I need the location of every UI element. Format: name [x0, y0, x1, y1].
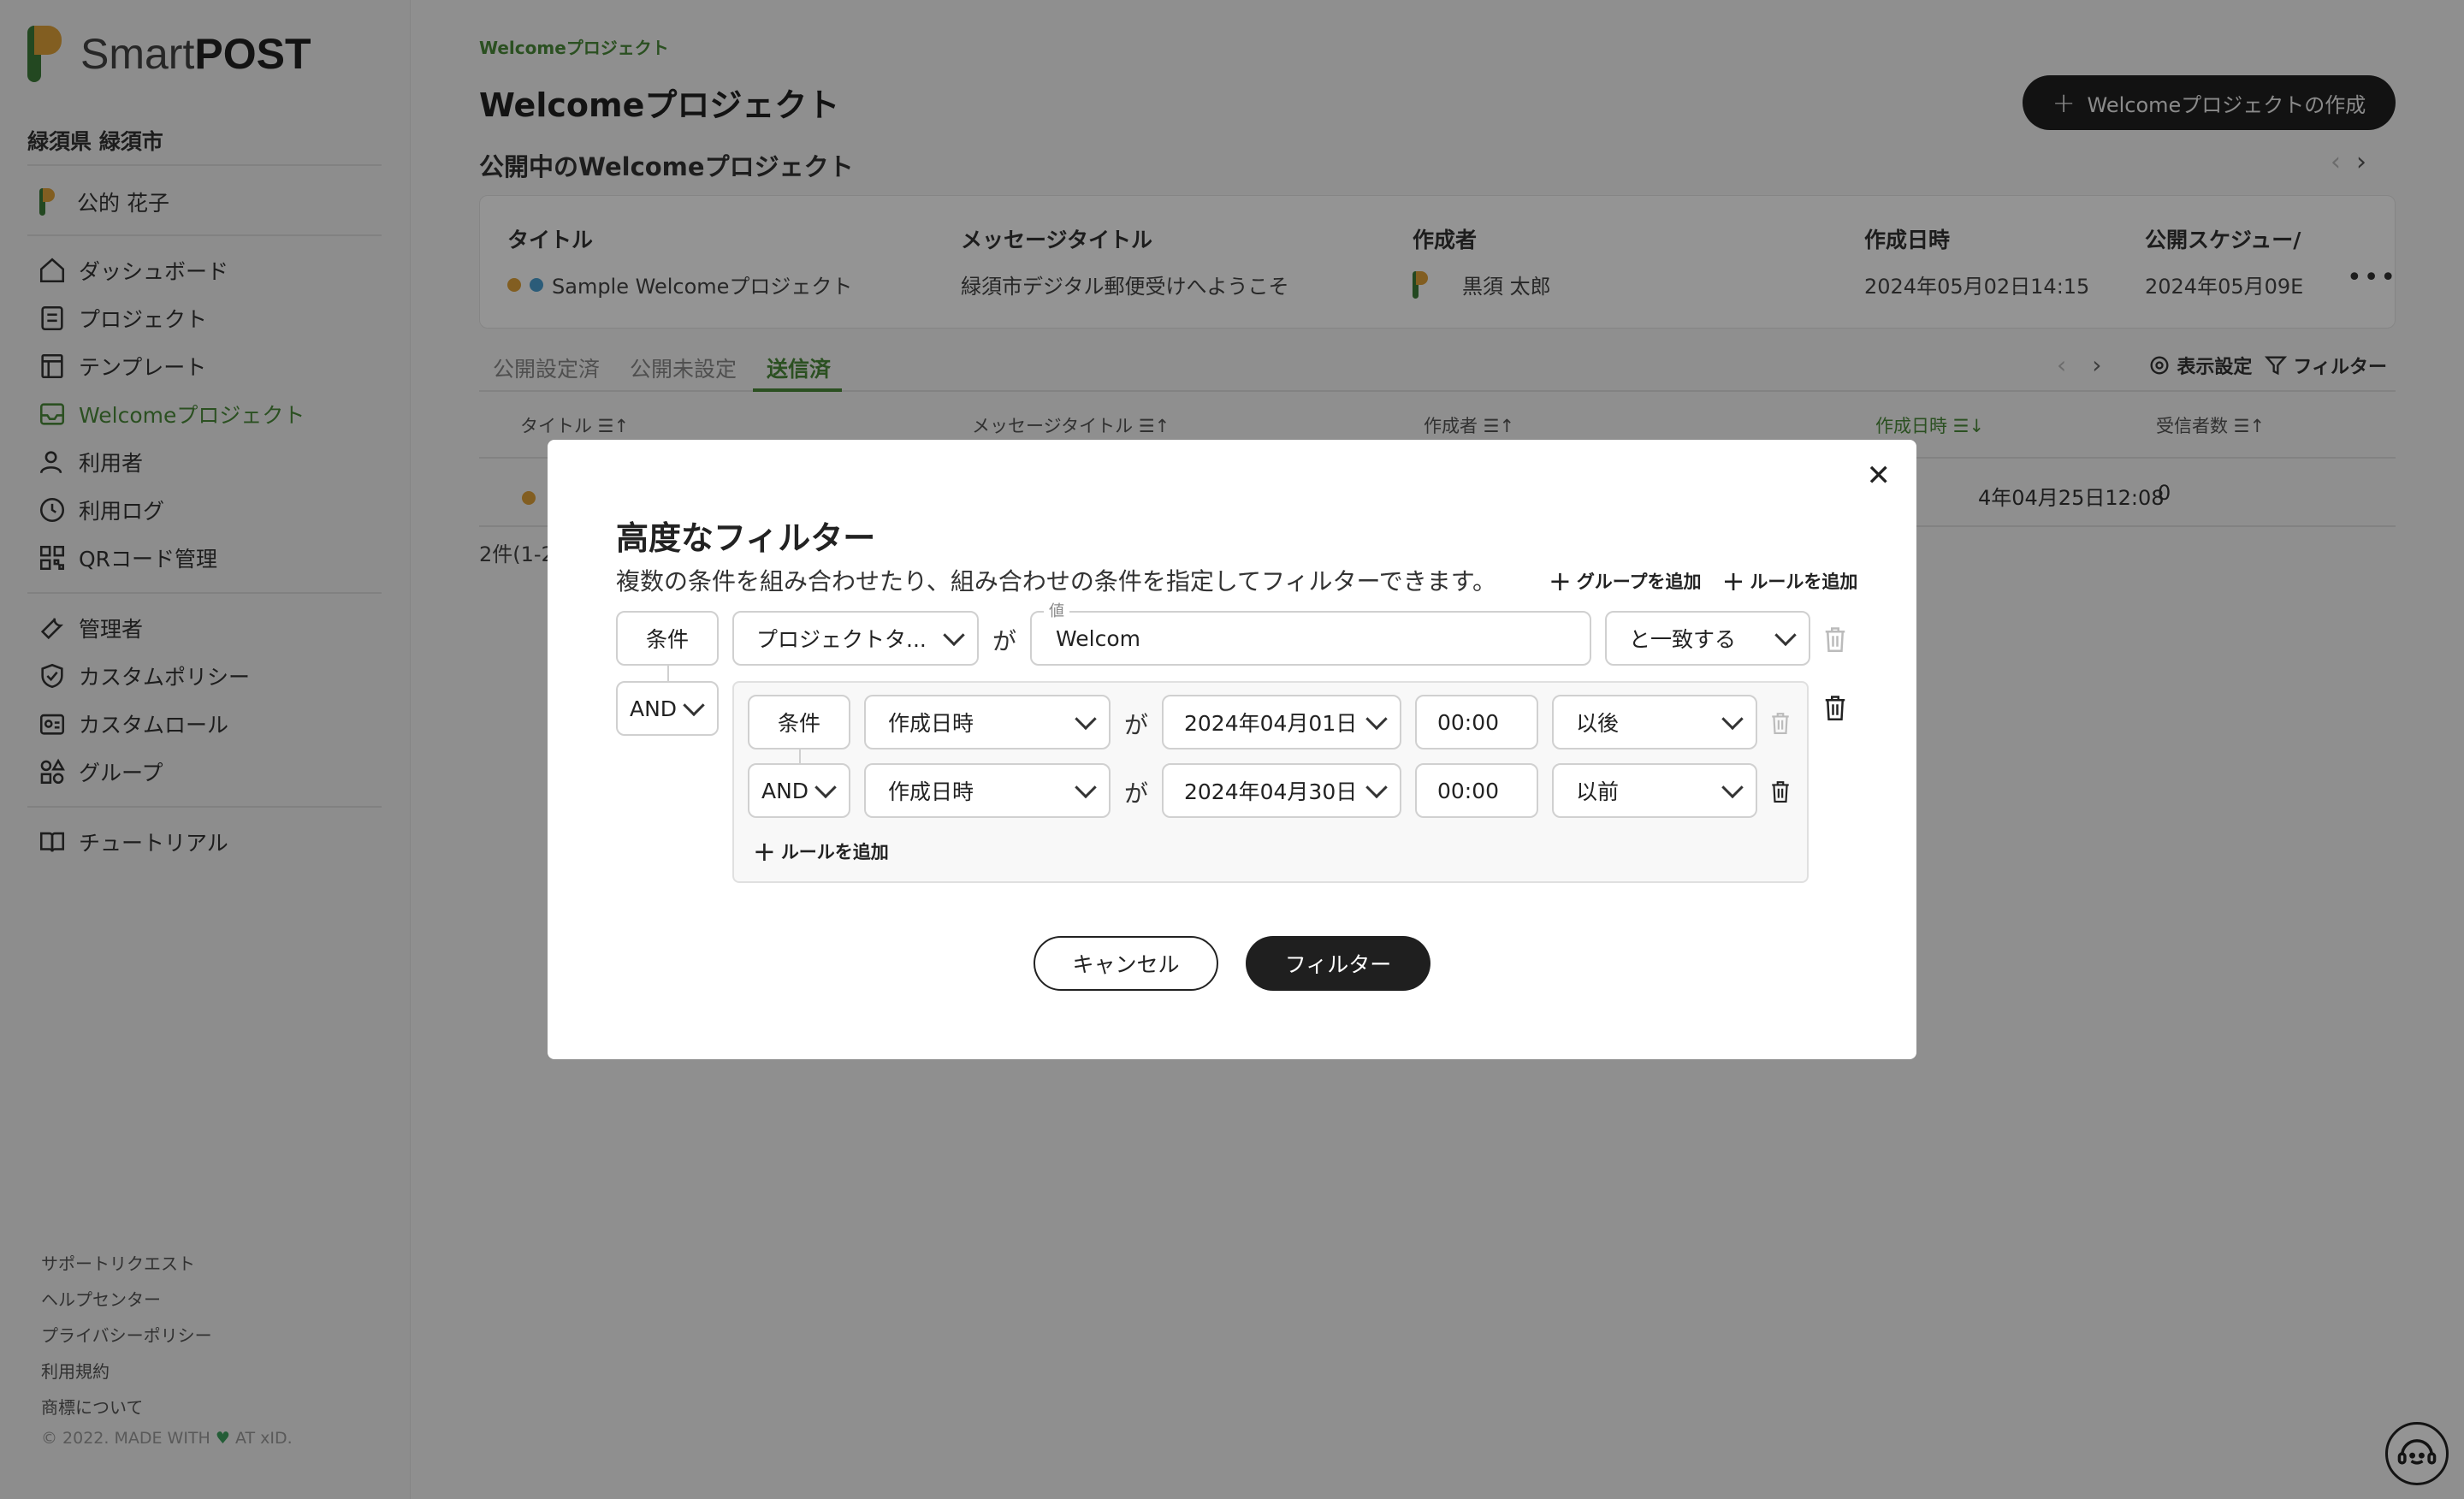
modal-description: 複数の条件を組み合わせたり、組み合わせの条件を指定してフィルターできます。	[616, 567, 1497, 595]
group-rule2-field-select[interactable]: 作成日時	[864, 763, 1111, 818]
group-rule2-delete-icon[interactable]	[1769, 777, 1792, 806]
add-rule-label: ルールを追加	[1750, 572, 1858, 592]
plus-icon: +	[753, 835, 776, 868]
chevron-down-icon	[1075, 776, 1097, 799]
chevron-down-icon	[683, 694, 705, 717]
group-rule2-operator-select[interactable]: 以前	[1552, 763, 1757, 818]
modal-actions: + グループを追加 + ルールを追加	[1549, 565, 1878, 597]
plus-icon: +	[1549, 565, 1572, 597]
chevron-down-icon	[1721, 776, 1744, 799]
ga-text: が	[1124, 711, 1149, 739]
rule1-delete-icon[interactable]	[1822, 625, 1848, 654]
chevron-down-icon	[1365, 776, 1388, 799]
condition-label-box: 条件	[616, 611, 719, 666]
add-group-button[interactable]: + グループを追加	[1549, 565, 1702, 597]
ga-text: が	[992, 627, 1017, 655]
group-add-rule-button[interactable]: + ルールを追加	[753, 835, 889, 868]
chevron-down-icon	[1721, 708, 1744, 731]
rule1-field-select[interactable]: プロジェクトタ...	[732, 611, 979, 666]
rule1-value-input[interactable]: Welcom	[1030, 611, 1591, 666]
close-icon[interactable]: ✕	[1867, 459, 1892, 493]
group-inner-operator-select[interactable]: AND	[748, 763, 850, 818]
group-add-rule-label: ルールを追加	[780, 842, 889, 862]
group-rule1-delete-icon[interactable]	[1769, 708, 1792, 738]
add-rule-button[interactable]: + ルールを追加	[1722, 565, 1858, 597]
advanced-filter-modal: ✕ 高度なフィルター 複数の条件を組み合わせたり、組み合わせの条件を指定してフィ…	[548, 440, 1916, 1059]
chevron-down-icon	[814, 776, 837, 799]
rule1-operator-select[interactable]: と一致する	[1605, 611, 1810, 666]
ga-text: が	[1124, 779, 1149, 808]
value-label: 値	[1044, 599, 1069, 621]
add-group-label: グループを追加	[1576, 572, 1702, 592]
chevron-down-icon	[1075, 708, 1097, 731]
plus-icon: +	[1721, 565, 1745, 597]
group-rule1-field-select[interactable]: 作成日時	[864, 695, 1111, 750]
group-condition-label-box: 条件	[748, 695, 850, 750]
group-rule1-date-select[interactable]: 2024年04月01日	[1162, 695, 1401, 750]
group-rule1-time-input[interactable]: 00:00	[1415, 695, 1538, 750]
group-rule2-time-input[interactable]: 00:00	[1415, 763, 1538, 818]
apply-filter-button[interactable]: フィルター	[1246, 936, 1430, 991]
group-delete-icon[interactable]	[1822, 693, 1848, 722]
modal-title: 高度なフィルター	[616, 519, 876, 557]
cancel-button[interactable]: キャンセル	[1034, 936, 1218, 991]
group-operator-select[interactable]: AND	[616, 681, 719, 736]
chevron-down-icon	[943, 624, 965, 647]
group-rule2-date-select[interactable]: 2024年04月30日	[1162, 763, 1401, 818]
group-rule1-operator-select[interactable]: 以後	[1552, 695, 1757, 750]
chevron-down-icon	[1365, 708, 1388, 731]
chevron-down-icon	[1774, 624, 1797, 647]
